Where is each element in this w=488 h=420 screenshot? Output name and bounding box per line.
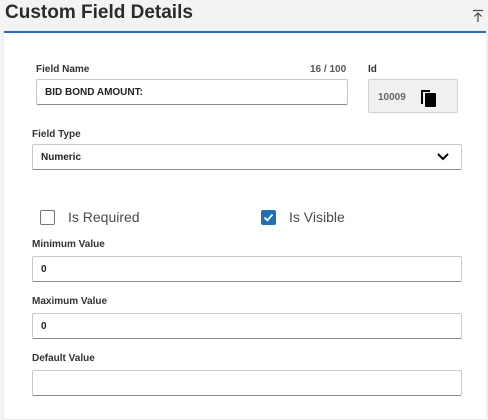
chevron-down-icon <box>437 153 449 161</box>
field-type-select[interactable]: Numeric <box>32 144 462 170</box>
minimum-value-label: Minimum Value <box>32 239 105 250</box>
is-required-checkbox-row[interactable]: Is Required <box>40 209 140 225</box>
field-name-label: Field Name <box>36 64 90 75</box>
is-visible-label: Is Visible <box>289 209 345 225</box>
default-value-label: Default Value <box>32 353 95 364</box>
field-name-char-counter: 16 / 100 <box>310 64 347 75</box>
minimum-value-value: 0 <box>41 263 47 275</box>
id-field: 10009 <box>368 79 458 113</box>
field-type-label: Field Type <box>32 129 81 140</box>
is-required-label: Is Required <box>68 209 140 225</box>
copy-icon[interactable] <box>419 87 439 109</box>
is-visible-checkbox-row[interactable]: Is Visible <box>261 209 345 225</box>
field-type-value: Numeric <box>41 151 82 163</box>
maximum-value-value: 0 <box>41 320 47 332</box>
default-value-input[interactable] <box>32 370 462 396</box>
field-name-value: BID BOND AMOUNT: <box>45 86 143 98</box>
maximum-value-label: Maximum Value <box>32 296 108 307</box>
is-required-checkbox[interactable] <box>40 209 55 225</box>
minimum-value-input[interactable]: 0 <box>32 256 462 282</box>
id-label: Id <box>368 64 377 75</box>
id-value: 10009 <box>378 92 406 103</box>
collapse-up-icon[interactable] <box>472 9 484 23</box>
maximum-value-input[interactable]: 0 <box>32 313 462 339</box>
page-title: Custom Field Details <box>5 2 193 23</box>
checkmark-icon <box>263 213 274 222</box>
panel-header: Custom Field Details <box>0 0 488 32</box>
field-name-input[interactable]: BID BOND AMOUNT: <box>36 79 348 105</box>
custom-field-form: Field Name 16 / 100 BID BOND AMOUNT: Id … <box>4 31 486 419</box>
is-visible-checkbox[interactable] <box>261 209 276 225</box>
